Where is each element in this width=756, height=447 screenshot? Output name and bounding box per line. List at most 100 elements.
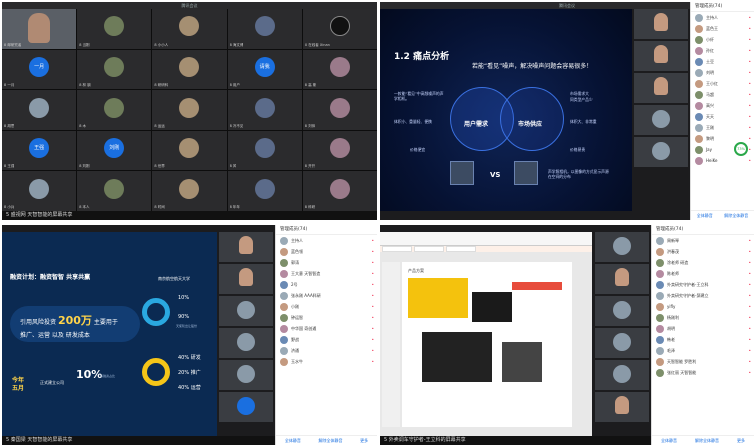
mic-icon[interactable]: • [749,15,751,20]
mic-icon[interactable]: • [749,238,751,243]
video-cell[interactable] [595,360,649,390]
member-item[interactable]: 小纤 • [691,34,754,45]
member-item[interactable]: 韩老 • [652,334,754,345]
mute-all-button[interactable]: 全体静音 [661,438,677,444]
participant-tile[interactable]: 8 小小人 [152,9,227,49]
participant-tile[interactable]: 一月 8 一月 [2,49,77,90]
doc-tab[interactable] [446,246,476,252]
participant-tile[interactable]: 8 高 斯 [302,49,377,90]
member-item[interactable]: 王大意 天智智造 • [276,268,377,279]
participant-tile[interactable]: 8 刘帅 [302,90,377,130]
mic-icon[interactable]: • [372,359,374,364]
participant-tile[interactable]: 请我 8 用户 [227,49,302,90]
unmute-all-button[interactable]: 解除全体静音 [695,438,719,444]
member-item[interactable]: 外卖研究守护者-邱建立 • [652,290,754,301]
mic-icon[interactable]: • [372,315,374,320]
participant-tile[interactable]: 8 年年 [227,171,302,211]
mute-all-button[interactable]: 全体静音 [697,213,713,219]
participant-tile[interactable]: 8 研研科 [152,49,227,90]
member-item[interactable]: 张红丽 天智智能 • [652,367,754,378]
member-item[interactable]: 马超 • [691,89,754,100]
member-item[interactable]: 涂老师 研造 • [652,257,754,268]
participant-tile[interactable]: 8 林 钢 [77,49,152,90]
mic-icon[interactable]: • [749,70,751,75]
member-item[interactable]: 野战 • [276,334,377,345]
member-item[interactable]: 小刚 • [276,301,377,312]
mic-icon[interactable]: • [372,271,374,276]
mic-icon[interactable]: • [749,125,751,130]
mic-icon[interactable]: • [749,304,751,309]
mic-icon[interactable]: • [749,59,751,64]
mute-all-button[interactable]: 全体静音 [285,438,301,444]
participant-tile[interactable]: 8 运运 [152,90,227,130]
mic-icon[interactable]: • [749,359,751,364]
video-cell[interactable] [634,137,688,167]
video-cell[interactable] [219,232,273,262]
mic-icon[interactable]: • [749,26,751,31]
member-item[interactable]: yifly • [652,301,754,312]
participant-tile[interactable]: 8 开开 [302,130,377,171]
participant-tile[interactable]: 8 小兵 [2,171,77,211]
member-item[interactable]: 周新琴 • [652,235,754,246]
video-cell[interactable] [219,296,273,326]
member-item[interactable]: 高兴 • [691,100,754,111]
member-item[interactable]: 玉水牛 • [276,356,377,367]
video-cell[interactable] [219,328,273,358]
member-item[interactable]: 蓝色领 • [276,246,377,257]
unmute-all-button[interactable]: 解除全体静音 [724,213,748,219]
mic-icon[interactable]: • [372,260,374,265]
mic-icon[interactable]: • [372,249,374,254]
mic-icon[interactable]: • [749,147,751,152]
video-cell[interactable] [595,296,649,326]
member-item[interactable]: 主持人 • [691,12,754,23]
member-item[interactable]: 外卖研究守护者-王立科 • [652,279,754,290]
video-cell[interactable] [595,232,649,262]
member-item[interactable]: 天智智能 罗胜利 • [652,356,754,367]
participant-tile[interactable]: 8 冷不见 [227,90,302,130]
member-item[interactable]: 钟运智 • [276,312,377,323]
participant-tile[interactable]: X 在线者 Xinan [302,9,377,49]
member-item[interactable]: 洪春茂 • [652,246,754,257]
member-item[interactable]: 土豆 • [691,56,754,67]
video-cell[interactable] [595,392,649,422]
slide-thumbnails[interactable] [382,262,400,427]
mic-icon[interactable]: • [372,326,374,331]
mic-icon[interactable]: • [749,81,751,86]
mic-icon[interactable]: • [749,260,751,265]
mic-icon[interactable]: • [372,293,374,298]
member-item[interactable]: 郭涛 • [276,257,377,268]
participant-tile[interactable]: 刘刚 8 刘刚 [77,130,152,171]
mic-icon[interactable]: • [372,337,374,342]
mic-icon[interactable]: • [749,37,751,42]
mic-icon[interactable]: • [749,293,751,298]
mic-icon[interactable]: • [749,48,751,53]
member-item[interactable]: 主持人 • [276,235,377,246]
mic-icon[interactable]: • [372,238,374,243]
mic-icon[interactable]: • [372,304,374,309]
video-cell[interactable] [595,328,649,358]
member-item[interactable]: 王刚 • [691,122,754,133]
mic-icon[interactable]: • [749,114,751,119]
participant-tile[interactable]: 8 风 [227,130,302,171]
member-item[interactable]: HeiKe • [691,155,754,166]
video-cell[interactable] [634,105,688,135]
mic-icon[interactable]: • [749,282,751,287]
video-cell[interactable] [219,264,273,294]
member-item[interactable]: 张永刚 AAA科研 • [276,290,377,301]
participant-tile[interactable]: 8 当刚 [77,9,152,49]
mic-icon[interactable]: • [749,136,751,141]
member-item[interactable]: 济通 • [276,345,377,356]
participant-tile[interactable]: 8 海文博 [227,9,302,49]
mic-icon[interactable]: • [372,282,374,287]
mic-icon[interactable]: • [749,271,751,276]
video-cell[interactable] [595,264,649,294]
video-cell[interactable] [219,392,273,422]
video-cell[interactable] [219,360,273,390]
member-item[interactable]: 蓝色王 • [691,23,754,34]
participant-tile[interactable]: 8 邮研究者 [2,9,77,49]
mic-icon[interactable]: • [749,103,751,108]
member-item[interactable]: 杨刚利 • [652,312,754,323]
mic-icon[interactable]: • [749,370,751,375]
participant-tile[interactable]: 8 科研 [302,171,377,211]
participant-tile[interactable]: 8 木 [77,90,152,130]
